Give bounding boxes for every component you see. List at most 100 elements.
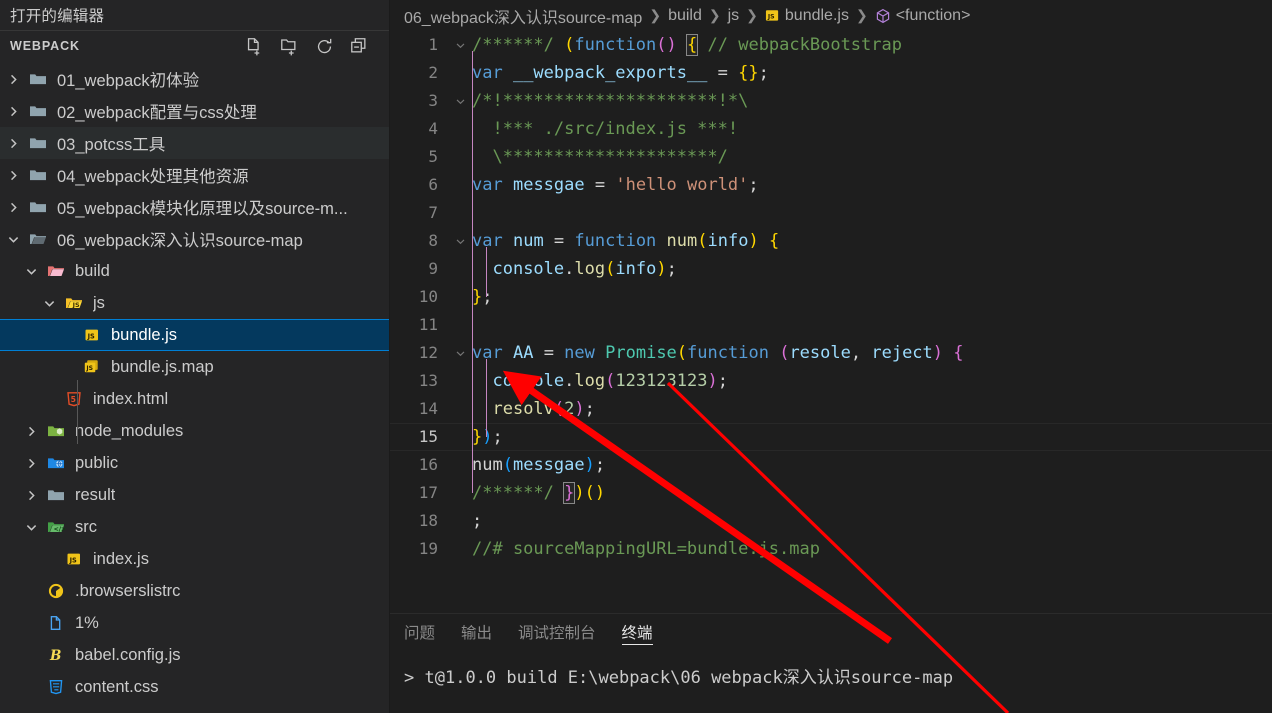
- panel-tab-strip[interactable]: 问题输出调试控制台 终端: [390, 614, 1272, 649]
- tree-file-bundle.js.map[interactable]: JSbundle.js.map: [0, 351, 389, 383]
- tree-folder-05_webpacksource-m...[interactable]: 05_webpack模块化原理以及source-m...: [0, 191, 389, 223]
- chevron-right-icon[interactable]: [4, 73, 22, 86]
- tree-folder-result[interactable]: result: [0, 479, 389, 511]
- code-token: num: [513, 231, 544, 251]
- file-babel-icon: B: [45, 646, 67, 664]
- code-line[interactable]: 11: [390, 311, 1272, 339]
- panel-tab-3[interactable]: 终端: [622, 614, 653, 649]
- code-line[interactable]: 14 resolv(2);: [390, 395, 1272, 423]
- breadcrumb-item-label: 06_webpack深入认识source-map: [404, 4, 642, 28]
- tree-file-index.js[interactable]: JSindex.js: [0, 543, 389, 575]
- tree-file-.browserslistrc[interactable]: .browserslistrc: [0, 575, 389, 607]
- workspace-section-header[interactable]: WEBPACK: [0, 31, 389, 61]
- code-text: resolv(2);: [468, 395, 595, 423]
- code-token: ;: [472, 511, 482, 531]
- panel-tab-0[interactable]: 问题: [404, 614, 435, 649]
- new-file-icon[interactable]: [245, 37, 264, 56]
- tree-file-babel.config.js[interactable]: Bbabel.config.js: [0, 639, 389, 671]
- code-token: info: [615, 259, 656, 279]
- tree-file-bundle.js[interactable]: JSbundle.js: [0, 319, 389, 351]
- code-token: [503, 175, 513, 195]
- code-token: (: [554, 399, 564, 419]
- chevron-right-icon[interactable]: [22, 457, 40, 470]
- tree-folder-build[interactable]: build: [0, 255, 389, 287]
- code-line[interactable]: 9 console.log(info);: [390, 255, 1272, 283]
- tree-file-index.html[interactable]: 5index.html: [0, 383, 389, 415]
- breadcrumb-item-3[interactable]: JSbundle.js: [765, 7, 849, 25]
- folder-node-icon: [45, 422, 67, 440]
- file-tree[interactable]: 01_webpack初体验02_webpack配置与css处理03_potcss…: [0, 61, 389, 713]
- code-token: =: [544, 231, 575, 251]
- tree-folder-04_webpack[interactable]: 04_webpack处理其他资源: [0, 159, 389, 191]
- panel-tab-1[interactable]: 输出: [461, 614, 492, 649]
- code-content[interactable]: 1/******/ (function() { // webpackBootst…: [390, 31, 1272, 613]
- tree-folder-01_webpack[interactable]: 01_webpack初体验: [0, 63, 389, 95]
- fold-chevron-icon[interactable]: [452, 348, 468, 359]
- code-line[interactable]: 10};: [390, 283, 1272, 311]
- breadcrumb[interactable]: 06_webpack深入认识source-map❯build❯js❯JSbund…: [390, 0, 1272, 31]
- code-line[interactable]: 18;: [390, 507, 1272, 535]
- breadcrumb-item-label: build: [668, 7, 702, 25]
- tree-item-label: 04_webpack处理其他资源: [57, 163, 249, 187]
- code-line[interactable]: 13 console.log(123123123);: [390, 367, 1272, 395]
- tree-folder-src[interactable]: </>src: [0, 511, 389, 543]
- code-line[interactable]: 6var messgae = 'hello world';: [390, 171, 1272, 199]
- breadcrumb-item-0[interactable]: 06_webpack深入认识source-map: [404, 4, 642, 28]
- new-folder-icon[interactable]: [280, 37, 299, 56]
- open-editors-section-header[interactable]: 打开的编辑器: [0, 0, 389, 31]
- code-line[interactable]: 5 \*********************/: [390, 143, 1272, 171]
- code-line[interactable]: 1/******/ (function() { // webpackBootst…: [390, 31, 1272, 59]
- refresh-icon[interactable]: [315, 37, 334, 56]
- code-line[interactable]: 8var num = function num(info) {: [390, 227, 1272, 255]
- tree-file-content.css[interactable]: content.css: [0, 671, 389, 703]
- folder-plain-icon: [27, 134, 49, 152]
- code-line[interactable]: 15});: [390, 423, 1272, 451]
- line-number: 11: [390, 311, 452, 339]
- code-line[interactable]: 17/******/ })(): [390, 479, 1272, 507]
- breadcrumb-item-1[interactable]: build: [668, 7, 702, 25]
- fold-chevron-icon[interactable]: [452, 236, 468, 247]
- tree-folder-03_potcss[interactable]: 03_potcss工具: [0, 127, 389, 159]
- code-line[interactable]: 3/*!*********************!*\: [390, 87, 1272, 115]
- chevron-down-icon[interactable]: [40, 297, 58, 310]
- chevron-right-icon[interactable]: [4, 137, 22, 150]
- chevron-right-icon[interactable]: [4, 169, 22, 182]
- code-token: ;: [585, 399, 595, 419]
- chevron-right-icon[interactable]: [4, 201, 22, 214]
- code-editor[interactable]: 1/******/ (function() { // webpackBootst…: [390, 31, 1272, 613]
- code-line[interactable]: 2var __webpack_exports__ = {};: [390, 59, 1272, 87]
- breadcrumb-item-4[interactable]: <function>: [875, 7, 971, 25]
- panel-tab-label: 终端: [622, 621, 653, 643]
- workspace-title: WEBPACK: [10, 39, 245, 53]
- line-number: 13: [390, 367, 452, 395]
- fold-chevron-icon[interactable]: [452, 96, 468, 107]
- code-line[interactable]: 19//# sourceMappingURL=bundle.js.map: [390, 535, 1272, 563]
- chevron-right-icon[interactable]: [4, 105, 22, 118]
- chevron-down-icon[interactable]: [22, 521, 40, 534]
- fold-chevron-icon[interactable]: [452, 40, 468, 51]
- chevron-right-icon[interactable]: [22, 489, 40, 502]
- chevron-down-icon[interactable]: [22, 265, 40, 278]
- collapse-all-icon[interactable]: [350, 37, 369, 56]
- tree-folder-02_webpackcss[interactable]: 02_webpack配置与css处理: [0, 95, 389, 127]
- terminal-output[interactable]: > t@1.0.0 build E:\webpack\06 webpack深入认…: [390, 649, 1272, 713]
- breadcrumb-item-label: bundle.js: [785, 7, 849, 25]
- code-token: }: [564, 483, 574, 503]
- code-line[interactable]: 7: [390, 199, 1272, 227]
- code-token: function: [574, 35, 656, 55]
- code-line[interactable]: 12var AA = new Promise(function (resole,…: [390, 339, 1272, 367]
- code-token: {: [953, 343, 963, 363]
- tree-folder-js[interactable]: JSjs: [0, 287, 389, 319]
- code-line[interactable]: 16num(messgae);: [390, 451, 1272, 479]
- tree-folder-node_modules[interactable]: node_modules: [0, 415, 389, 447]
- file-html-icon: 5: [63, 391, 85, 407]
- chevron-down-icon[interactable]: [4, 233, 22, 246]
- tree-folder-public[interactable]: public: [0, 447, 389, 479]
- breadcrumb-item-2[interactable]: js: [728, 7, 740, 25]
- tree-folder-06_webpacksource-map[interactable]: 06_webpack深入认识source-map: [0, 223, 389, 255]
- code-line[interactable]: 4 !*** ./src/index.js ***!: [390, 115, 1272, 143]
- chevron-right-icon[interactable]: [22, 425, 40, 438]
- panel-tab-2[interactable]: 调试控制台: [518, 614, 596, 649]
- tree-item-label: 06_webpack深入认识source-map: [57, 227, 303, 251]
- tree-file-1%[interactable]: 1%: [0, 607, 389, 639]
